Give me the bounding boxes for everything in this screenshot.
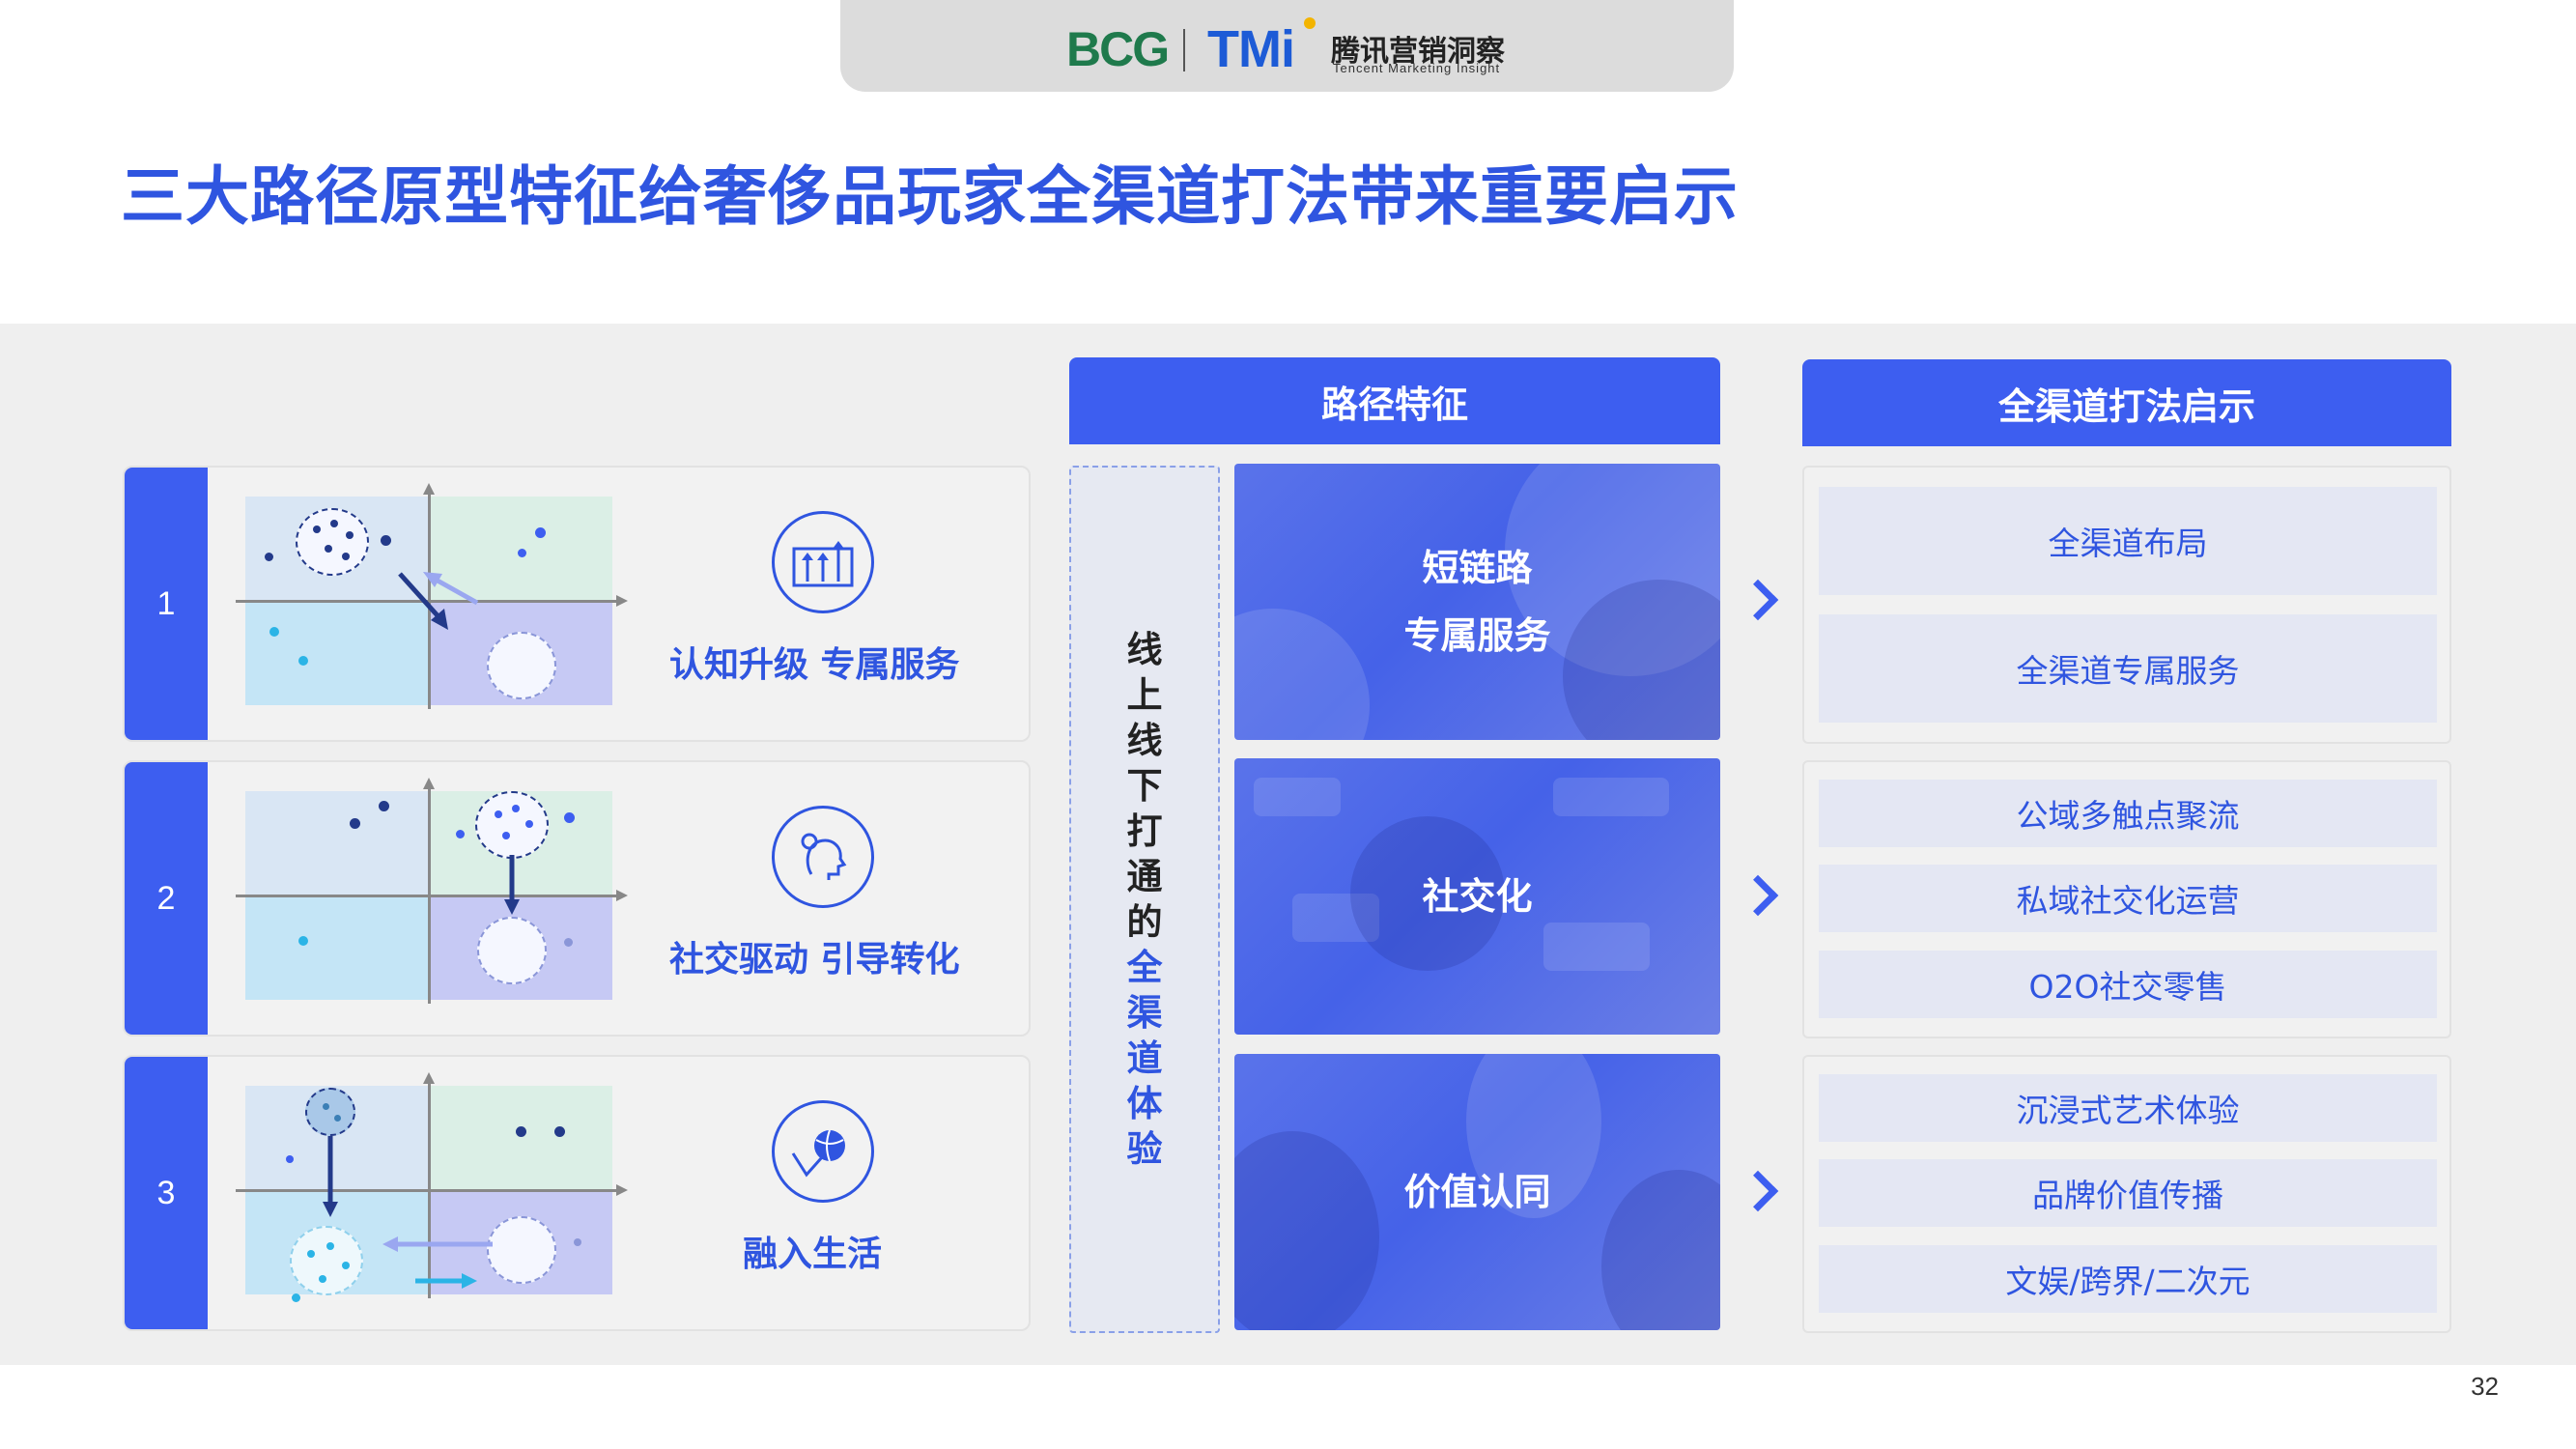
feature-card-short-link: 短链路 专属服务 — [1234, 464, 1720, 740]
omnichannel-header: 全渠道打法启示 — [1802, 359, 2451, 446]
path-row-2: 2 社交驱动 引导转化 — [123, 760, 1031, 1037]
implication-item: O2O社交零售 — [1819, 951, 2437, 1018]
implication-item: 公域多触点聚流 — [1819, 780, 2437, 847]
tmi-logo: TMi — [1207, 20, 1295, 78]
feature-title: 价值认同 — [1403, 1171, 1551, 1213]
cluster-circle — [475, 791, 549, 859]
cluster-circle — [296, 508, 369, 576]
online-offline-column: 线 上 线 下 打 通 的 全 渠 道 体 验 — [1069, 466, 1220, 1333]
slide: BCG TMi 腾讯营销洞察 Tencent Marketing Insight… — [0, 0, 2576, 1449]
implication-group-1: 全渠道布局 全渠道专属服务 — [1802, 466, 2451, 744]
cluster-circle — [305, 1088, 355, 1136]
row-number: 1 — [125, 468, 208, 740]
vertical-text: 线 上 线 下 打 通 的 全 渠 道 体 验 — [1126, 629, 1163, 1170]
quadrant-diagram — [236, 778, 641, 1004]
path-features-header: 路径特征 — [1069, 357, 1720, 444]
implication-item: 沉浸式艺术体验 — [1819, 1074, 2437, 1142]
implication-item: 全渠道布局 — [1819, 487, 2437, 595]
feature-title: 短链路 — [1422, 547, 1533, 589]
path-row-1: 1 认知升级 专属服务 — [123, 466, 1031, 742]
row-number: 2 — [125, 762, 208, 1035]
row-label: 社交驱动 引导转化 — [669, 940, 960, 980]
arrow-icon — [504, 855, 520, 915]
tmi-logo-en: Tencent Marketing Insight — [1333, 61, 1501, 75]
arrow-icon — [398, 572, 479, 630]
logo-divider — [1183, 29, 1185, 71]
arrow-icon — [323, 1136, 493, 1289]
implication-group-3: 沉浸式艺术体验 品牌价值传播 文娱/跨界/二次元 — [1802, 1055, 2451, 1333]
page-number: 32 — [2471, 1372, 2499, 1401]
implication-group-2: 公域多触点聚流 私域社交化运营 O2O社交零售 — [1802, 760, 2451, 1038]
growth-arrows-icon — [772, 511, 874, 613]
implication-item: 全渠道专属服务 — [1819, 614, 2437, 723]
quadrant-diagram — [236, 483, 641, 709]
page-title: 三大路径原型特征给奢侈品玩家全渠道打法带来重要启示 — [121, 159, 1739, 234]
row-label: 融入生活 — [743, 1235, 883, 1274]
implication-item: 文娱/跨界/二次元 — [1819, 1245, 2437, 1313]
bcg-logo: BCG — [1066, 22, 1170, 76]
row-number: 3 — [125, 1057, 208, 1329]
feature-card-value: 价值认同 — [1234, 1054, 1720, 1330]
tmi-logo-dot — [1304, 17, 1316, 29]
feature-title: 社交化 — [1422, 875, 1533, 918]
cluster-circle — [487, 632, 556, 699]
implication-item: 品牌价值传播 — [1819, 1159, 2437, 1227]
basketball-check-icon — [772, 1100, 874, 1203]
implication-item: 私域社交化运营 — [1819, 865, 2437, 932]
quadrant-diagram — [236, 1072, 641, 1302]
row-label: 认知升级 专属服务 — [669, 645, 960, 685]
cluster-circle — [477, 917, 547, 984]
social-head-icon — [772, 806, 874, 908]
feature-subtitle: 专属服务 — [1403, 614, 1551, 657]
feature-card-social: 社交化 — [1234, 758, 1720, 1035]
logo-bar: BCG TMi 腾讯营销洞察 Tencent Marketing Insight — [840, 0, 1734, 92]
path-row-3: 3 融入生活 — [123, 1055, 1031, 1331]
